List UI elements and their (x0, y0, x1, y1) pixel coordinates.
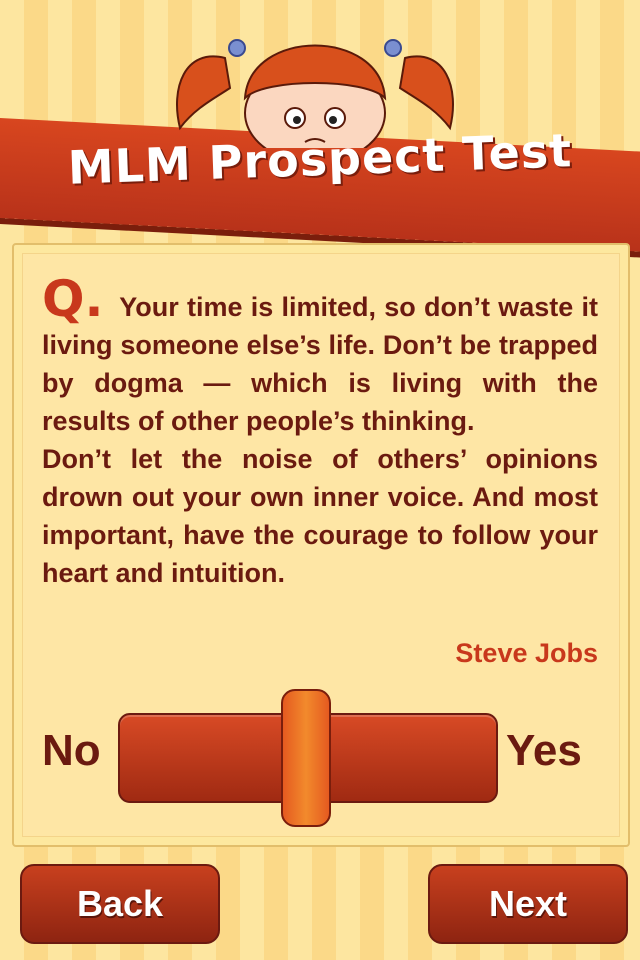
next-button[interactable]: Next (428, 864, 628, 944)
answer-slider-thumb[interactable] (281, 689, 331, 827)
question-marker: Q. (42, 270, 104, 328)
question-text-block: Q. Your time is limited, so don’t waste … (42, 274, 599, 592)
quote-author: Steve Jobs (455, 638, 598, 668)
question-text-2: Don’t let the noise of others’ opinions … (42, 444, 598, 588)
back-button[interactable]: Back (20, 864, 220, 944)
question-text: Your time is limited, so don’t waste it … (42, 292, 599, 436)
slider-label-no: No (42, 726, 101, 775)
slider-label-yes: Yes (506, 726, 582, 775)
